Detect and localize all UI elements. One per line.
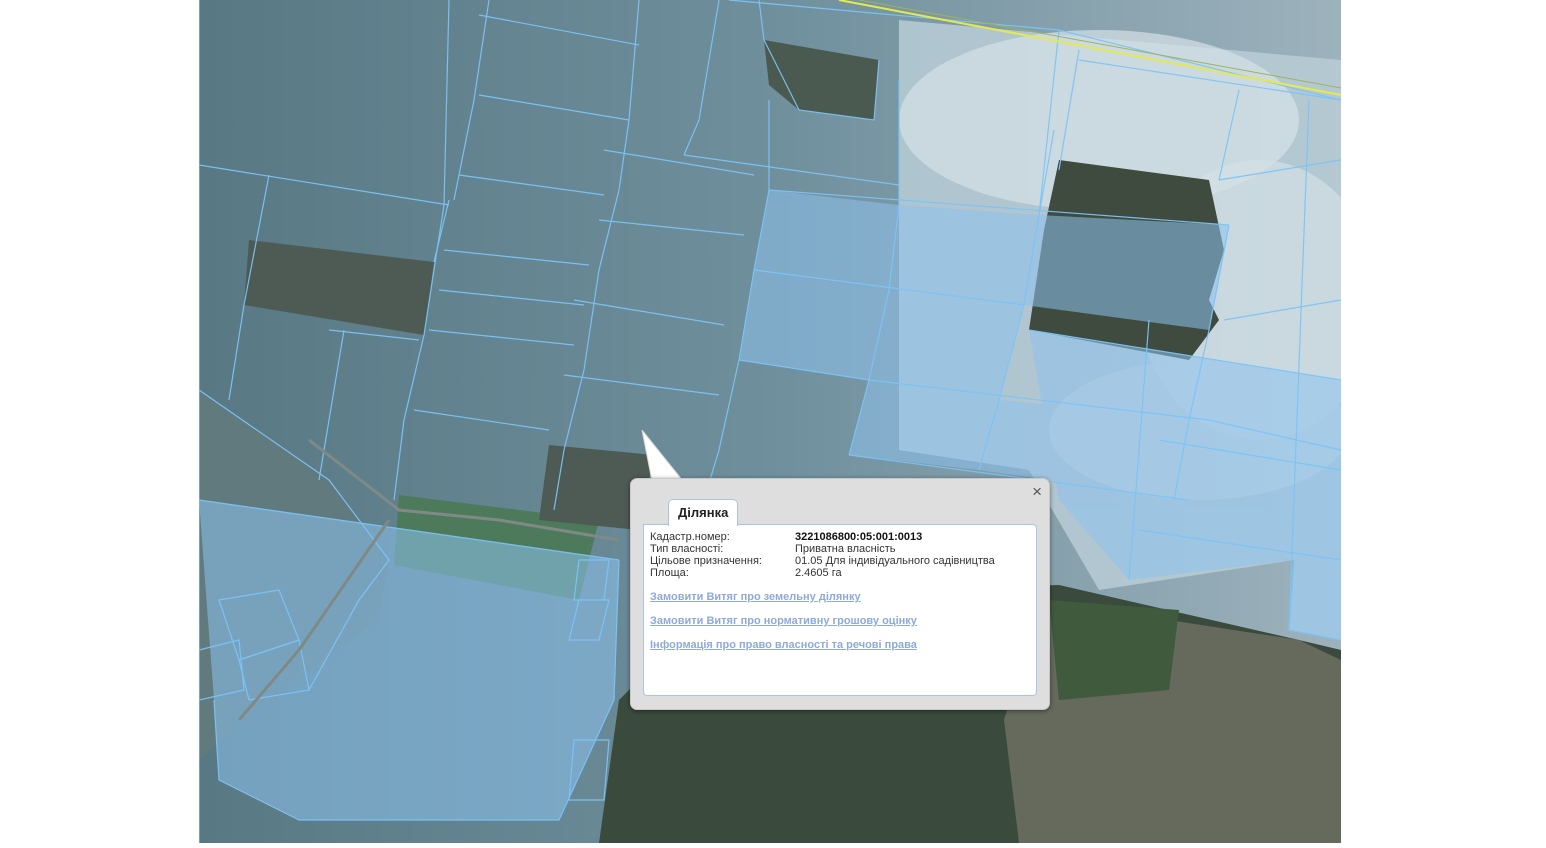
map-view[interactable] [199,0,1341,843]
attr-value-ownership-type: Приватна власність [795,543,896,555]
close-icon[interactable]: × [1032,482,1042,502]
attr-label: Тип власності: [650,543,724,555]
attr-label: Кадастр.номер: [650,531,730,543]
order-parcel-extract-link[interactable]: Замовити Витяг про земельну ділянку [650,591,917,603]
attr-row-cadastral-number: Кадастр.номер: 3221086800:05:001:0013 [650,531,995,543]
attr-label: Площа: [650,567,689,579]
order-valuation-extract-link[interactable]: Замовити Витяг про нормативну грошову оц… [650,615,917,627]
attr-value-purpose: 01.05 Для індивідуального садівництва [795,555,995,567]
attr-row-area: Площа: 2.4605 га [650,567,995,579]
tab-parcel[interactable]: Ділянка [668,499,739,526]
satellite-imagery [199,0,1341,843]
parcel-attributes-table: Кадастр.номер: 3221086800:05:001:0013 Ти… [650,531,995,579]
attr-row-purpose: Цільове призначення: 01.05 Для індивідуа… [650,555,995,567]
popup-pointer [641,430,685,482]
ownership-info-link[interactable]: Інформація про право власності та речові… [650,639,917,651]
parcel-details-panel: Кадастр.номер: 3221086800:05:001:0013 Ти… [643,524,1037,696]
parcel-info-popup: × Ділянка Кадастр.номер: 3221086800:05:0… [630,478,1050,710]
popup-links: Замовити Витяг про земельну ділянку Замо… [650,591,917,663]
attr-label: Цільове призначення: [650,555,762,567]
attr-value-cadastral-number: 3221086800:05:001:0013 [795,531,923,543]
attr-row-ownership-type: Тип власності: Приватна власність [650,543,995,555]
attr-value-area: 2.4605 га [795,567,842,579]
